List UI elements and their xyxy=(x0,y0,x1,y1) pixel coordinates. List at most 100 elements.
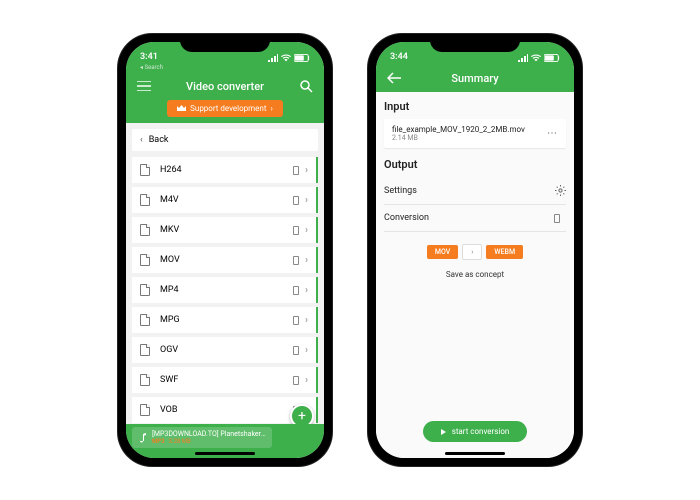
device-icon xyxy=(293,226,299,235)
file-tag: MP3 xyxy=(152,438,165,445)
format-row-mkv[interactable]: MKV › xyxy=(132,217,318,243)
bottom-bar: [MP3DOWNLOAD.TO] Planetshakers… MP3 3.28… xyxy=(126,424,324,458)
device-icon xyxy=(293,286,299,295)
file-size: 3.28 MB xyxy=(169,438,191,445)
conversion-row[interactable]: Conversion xyxy=(384,205,566,232)
crown-icon xyxy=(177,105,186,112)
search-button[interactable] xyxy=(298,78,314,94)
queued-filename: [MP3DOWNLOAD.TO] Planetshakers… xyxy=(152,430,266,438)
status-right xyxy=(268,54,310,62)
file-icon xyxy=(140,164,150,176)
device-icon xyxy=(293,376,299,385)
device-icon xyxy=(293,316,299,325)
file-icon xyxy=(140,284,150,296)
format-row-mov[interactable]: MOV › xyxy=(132,247,318,273)
device-icon xyxy=(554,214,560,223)
format-to-chip: WEBM xyxy=(486,245,523,259)
input-file-card[interactable]: file_example_MOV_1920_2_2MB.mov 2.14 MB … xyxy=(384,119,566,148)
format-row-mpg[interactable]: MPG › xyxy=(132,307,318,333)
plus-icon: + xyxy=(298,408,306,424)
chevron-right-icon: › xyxy=(305,225,308,236)
app-header: Summary xyxy=(376,64,574,92)
chevron-right-icon: › xyxy=(305,165,308,176)
file-icon xyxy=(140,254,150,266)
format-label: OGV xyxy=(160,345,293,355)
chevron-right-icon: › xyxy=(305,255,308,266)
device-icon xyxy=(293,196,299,205)
back-button[interactable] xyxy=(386,70,402,86)
support-development-button[interactable]: Support development › xyxy=(167,100,283,117)
screen-right: 3:44 Summary Input file_example_MOV_1920… xyxy=(376,42,574,458)
play-icon xyxy=(441,429,446,435)
device-icon xyxy=(293,256,299,265)
status-search-hint: ◂ Search xyxy=(126,64,324,72)
file-icon xyxy=(140,314,150,326)
format-label: MOV xyxy=(160,255,293,265)
home-indicator xyxy=(195,452,255,455)
status-right xyxy=(518,54,560,62)
summary-content: Input file_example_MOV_1920_2_2MB.mov 2.… xyxy=(376,92,574,458)
chevron-right-icon: › xyxy=(305,315,308,326)
format-row-mp4[interactable]: MP4 › xyxy=(132,277,318,303)
status-time: 3:44 xyxy=(390,52,408,62)
support-label: Support development xyxy=(190,104,266,113)
conversion-label: Conversion xyxy=(384,213,429,223)
home-indicator xyxy=(445,452,505,455)
phone-right: 3:44 Summary Input file_example_MOV_1920… xyxy=(368,34,582,466)
save-concept-button[interactable]: Save as concept xyxy=(384,270,566,279)
start-conversion-label: start conversion xyxy=(452,427,510,436)
device-icon xyxy=(293,166,299,175)
chevron-right-icon: › xyxy=(305,195,308,206)
music-note-icon xyxy=(138,433,146,443)
format-label: M4V xyxy=(160,195,293,205)
device-icon xyxy=(293,346,299,355)
format-label: MP4 xyxy=(160,285,293,295)
app-header: Video converter xyxy=(126,72,324,100)
screen-left: 3:41 ◂ Search Video converter Support d xyxy=(126,42,324,458)
status-time: 3:41 xyxy=(140,52,158,62)
format-label: MPG xyxy=(160,315,293,325)
chevron-right-icon: › xyxy=(305,345,308,356)
output-section-title: Output xyxy=(384,158,566,171)
phone-left: 3:41 ◂ Search Video converter Support d xyxy=(118,34,332,466)
file-icon xyxy=(140,374,150,386)
chevron-right-icon: › xyxy=(270,104,272,113)
chevron-right-icon: › xyxy=(305,375,308,386)
menu-button[interactable] xyxy=(136,78,152,94)
format-list-container: ‹ Back H264 › M4V › MKV › MOV › MP4 › MPG › OGV › SWF ›… xyxy=(126,123,324,424)
file-icon xyxy=(140,344,150,356)
format-row-h264[interactable]: H264 › xyxy=(132,157,318,183)
format-row-ogv[interactable]: OGV › xyxy=(132,337,318,363)
file-icon xyxy=(140,224,150,236)
settings-label: Settings xyxy=(384,186,417,196)
input-filename: file_example_MOV_1920_2_2MB.mov xyxy=(392,125,525,134)
format-label: H264 xyxy=(160,165,293,175)
format-list: H264›M4V›MKV›MOV›MP4›MPG›OGV›SWF›VOB› xyxy=(132,157,318,423)
header-title: Summary xyxy=(376,72,574,85)
support-banner: Support development › xyxy=(126,100,324,123)
format-conversion-display: MOV › WEBM xyxy=(384,244,566,260)
file-icon xyxy=(140,404,150,416)
back-label: Back xyxy=(149,135,169,145)
header-title: Video converter xyxy=(126,80,324,93)
format-row-m4v[interactable]: M4V › xyxy=(132,187,318,213)
file-icon xyxy=(140,194,150,206)
arrow-right-icon: › xyxy=(462,244,482,260)
format-label: MKV xyxy=(160,225,293,235)
queued-file-card[interactable]: [MP3DOWNLOAD.TO] Planetshakers… MP3 3.28… xyxy=(132,427,272,448)
format-row-swf[interactable]: SWF › xyxy=(132,367,318,393)
notch xyxy=(180,34,270,52)
format-from-chip: MOV xyxy=(427,245,458,259)
chevron-left-icon: ‹ xyxy=(140,135,143,145)
gear-icon xyxy=(555,185,566,196)
format-label: SWF xyxy=(160,375,293,385)
format-label: VOB xyxy=(160,405,293,415)
notch xyxy=(430,34,520,52)
more-options-button[interactable]: ⋯ xyxy=(547,128,558,139)
input-filesize: 2.14 MB xyxy=(392,134,525,142)
input-section-title: Input xyxy=(384,100,566,113)
start-conversion-button[interactable]: start conversion xyxy=(423,421,528,442)
back-button[interactable]: ‹ Back xyxy=(132,129,318,151)
settings-row[interactable]: Settings xyxy=(384,177,566,205)
chevron-right-icon: › xyxy=(305,285,308,296)
